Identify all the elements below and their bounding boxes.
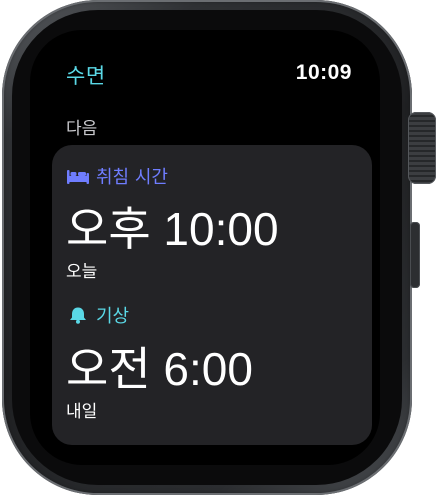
sleep-schedule-card[interactable]: 취침 시간 오후 10:00 오늘 기상 오전 6:00 내일 bbox=[52, 145, 372, 445]
section-label-next: 다음 bbox=[66, 119, 98, 139]
bedtime-time: 오후 10:00 bbox=[66, 203, 279, 255]
watch-screen: 수면 10:09 다음 취침 시간 오후 10:00 오늘 기상 오전 6:00… bbox=[30, 30, 380, 465]
bedtime-label: 취침 시간 bbox=[96, 167, 168, 188]
wake-day: 내일 bbox=[66, 402, 98, 422]
watch-device: 수면 10:09 다음 취침 시간 오후 10:00 오늘 기상 오전 6:00… bbox=[0, 0, 439, 495]
bell-icon bbox=[66, 306, 90, 324]
digital-crown[interactable] bbox=[408, 112, 436, 184]
side-button[interactable] bbox=[410, 222, 420, 288]
wake-header: 기상 bbox=[66, 302, 129, 328]
bedtime-header: 취침 시간 bbox=[66, 163, 168, 189]
wake-label: 기상 bbox=[96, 306, 130, 327]
app-title[interactable]: 수면 bbox=[66, 60, 106, 90]
clock-time: 10:09 bbox=[295, 61, 352, 84]
status-bar: 수면 10:09 bbox=[66, 60, 352, 94]
bed-icon bbox=[66, 167, 90, 185]
wake-time: 오전 6:00 bbox=[66, 343, 253, 395]
bedtime-day: 오늘 bbox=[66, 262, 98, 282]
